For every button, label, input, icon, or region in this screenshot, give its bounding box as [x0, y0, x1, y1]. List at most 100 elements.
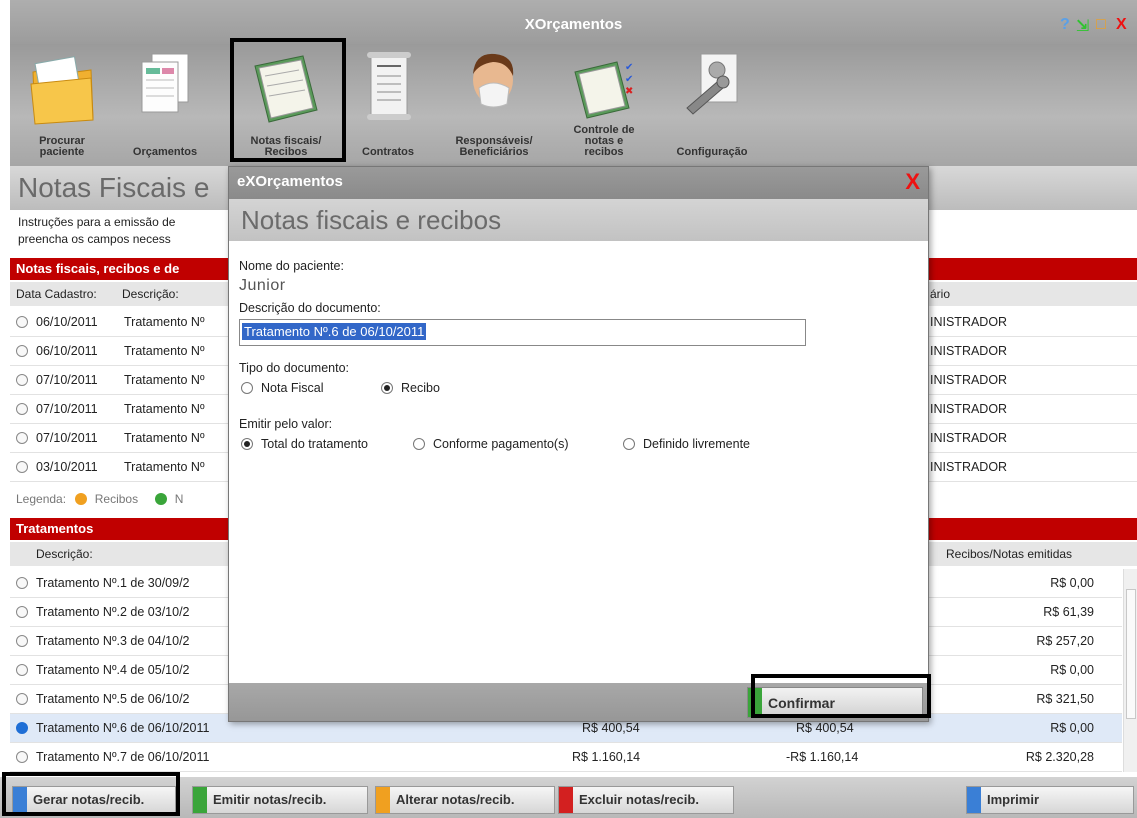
row-radio[interactable]	[16, 316, 28, 328]
row-description: Tratamento Nº.1 de 30/09/2	[36, 576, 190, 590]
button-label: Imprimir	[987, 792, 1040, 807]
row-description: Tratamento Nº	[124, 315, 205, 329]
value-definido-livremente-radio[interactable]: Definido livremente	[623, 437, 750, 451]
window-title: XOrçamentos	[524, 16, 623, 33]
row-description: Tratamento Nº	[124, 373, 205, 387]
toolbar-label: Contratos	[362, 146, 414, 158]
button-label: Emitir notas/recib.	[213, 792, 327, 807]
toolbar-responsaveis[interactable]: Responsáveis/ Beneficiários	[438, 46, 550, 164]
column-user: ário	[930, 287, 951, 301]
row-description: Tratamento Nº	[124, 344, 205, 358]
highlight-confirm	[751, 674, 931, 718]
row-description: Tratamento Nº.4 de 05/10/2	[36, 663, 190, 677]
legend-label: Legenda:	[16, 492, 67, 506]
contract-scroll-icon	[367, 52, 411, 120]
treatment-row[interactable]: Tratamento Nº.7 de 06/10/2011 R$ 1.160,1…	[10, 743, 1122, 772]
toolbar-label: Controle de notas e recibos	[573, 124, 635, 158]
toolbar-configuracao[interactable]: Configuração	[662, 46, 762, 164]
row-radio-selected[interactable]	[16, 722, 28, 734]
row-radio[interactable]	[16, 606, 28, 618]
radio-circle-selected	[241, 438, 253, 450]
row-value2: -R$ 1.160,14	[786, 750, 859, 764]
scroll-thumb[interactable]	[1126, 589, 1136, 719]
excluir-notas-button[interactable]: Excluir notas/recib.	[558, 786, 734, 814]
dialog-header: Notas fiscais e recibos	[229, 199, 928, 241]
imprimir-button[interactable]: Imprimir	[966, 786, 1134, 814]
alterar-notas-button[interactable]: Alterar notas/recib.	[375, 786, 555, 814]
toolbar-orcamentos[interactable]: Orçamentos	[120, 46, 210, 164]
toolbar-contratos[interactable]: Contratos	[346, 46, 430, 164]
doc-type-nota-fiscal-radio[interactable]: Nota Fiscal	[241, 381, 324, 395]
button-color-stripe	[376, 787, 390, 813]
row-radio[interactable]	[16, 635, 28, 647]
column-description: Descrição:	[36, 547, 93, 561]
row-issued: R$ 2.320,28	[1025, 750, 1094, 764]
radio-circle	[241, 382, 253, 394]
instructions-line: preencha os campos necess	[18, 232, 171, 246]
checklist-icon: ✔ ✔ ✖	[574, 61, 633, 119]
row-value2: R$ 400,54	[796, 721, 854, 735]
minimize-icon[interactable]: ⇲	[1076, 16, 1089, 36]
main-toolbar: Procurar paciente Orçamentos Notas fisca…	[10, 44, 1137, 166]
dialog-window-title: eXOrçamentos	[237, 173, 343, 190]
toolbar-label: Orçamentos	[132, 146, 198, 158]
person-mask-icon	[473, 53, 514, 108]
row-issued: R$ 61,39	[1043, 605, 1094, 619]
row-user: INISTRADOR	[930, 315, 1008, 329]
maximize-icon[interactable]: □	[1096, 16, 1106, 34]
dialog-close-icon[interactable]: X	[905, 169, 920, 195]
dialog-heading: Notas fiscais e recibos	[241, 205, 502, 235]
treatments-scrollbar[interactable]	[1123, 569, 1137, 772]
svg-text:✔: ✔	[625, 62, 633, 73]
svg-text:✔: ✔	[625, 74, 633, 85]
legend-other-label: N	[174, 492, 184, 506]
button-label: Alterar notas/recib.	[396, 792, 515, 807]
row-user: INISTRADOR	[930, 460, 1008, 474]
row-description: Tratamento Nº	[124, 460, 205, 474]
row-value1: R$ 400,54	[582, 721, 640, 735]
row-radio[interactable]	[16, 577, 28, 589]
button-color-stripe	[559, 787, 573, 813]
row-radio[interactable]	[16, 751, 28, 763]
toolbar-label: Responsáveis/ Beneficiários	[455, 135, 533, 158]
row-radio[interactable]	[16, 345, 28, 357]
help-icon[interactable]: ?	[1060, 16, 1070, 34]
row-radio[interactable]	[16, 432, 28, 444]
radio-label: Total do tratamento	[261, 437, 369, 451]
toolbar-controle-notas[interactable]: ✔ ✔ ✖ Controle de notas e recibos	[560, 46, 648, 164]
row-description: Tratamento Nº.2 de 03/10/2	[36, 605, 190, 619]
notas-fiscais-dialog: eXOrçamentos X Notas fiscais e recibos N…	[228, 166, 929, 722]
legend-recibos-label: Recibos	[94, 492, 139, 506]
doc-type-recibo-radio[interactable]: Recibo	[381, 381, 440, 395]
row-description: Tratamento Nº	[124, 402, 205, 416]
toolbar-procurar-paciente[interactable]: Procurar paciente	[14, 46, 110, 164]
description-label: Descrição do documento:	[239, 301, 381, 315]
row-radio[interactable]	[16, 664, 28, 676]
radio-label: Nota Fiscal	[261, 381, 324, 395]
row-radio[interactable]	[16, 693, 28, 705]
radio-label: Recibo	[401, 381, 440, 395]
instructions-line: Instruções para a emissão de	[18, 215, 176, 229]
value-conforme-pagamento-radio[interactable]: Conforme pagamento(s)	[413, 437, 568, 451]
row-user: INISTRADOR	[930, 373, 1008, 387]
row-radio[interactable]	[16, 403, 28, 415]
row-date: 06/10/2011	[36, 315, 98, 329]
row-issued: R$ 257,20	[1036, 634, 1094, 648]
description-input[interactable]: Tratamento Nº.6 de 06/10/2011	[239, 319, 806, 346]
row-description: Tratamento Nº.5 de 06/10/2	[36, 692, 190, 706]
legend-recibos-dot-icon	[75, 493, 88, 505]
radio-circle-selected	[381, 382, 393, 394]
row-radio[interactable]	[16, 374, 28, 386]
value-total-tratamento-radio[interactable]: Total do tratamento	[241, 437, 368, 451]
button-color-stripe	[967, 787, 981, 813]
radio-circle	[413, 438, 425, 450]
close-icon[interactable]: X	[1116, 16, 1127, 34]
toolbar-label: Configuração	[676, 146, 748, 158]
row-radio[interactable]	[16, 461, 28, 473]
patient-label: Nome do paciente:	[239, 259, 344, 273]
row-date: 07/10/2011	[36, 431, 98, 445]
row-user: INISTRADOR	[930, 344, 1008, 358]
row-issued: R$ 321,50	[1036, 692, 1094, 706]
tools-icon	[686, 53, 738, 115]
emitir-notas-button[interactable]: Emitir notas/recib.	[192, 786, 368, 814]
